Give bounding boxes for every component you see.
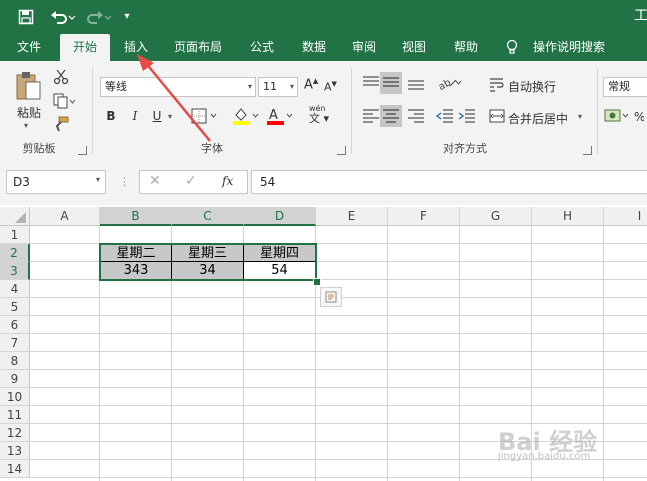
column-header-c[interactable]: C — [172, 207, 244, 226]
merge-center-button[interactable]: 合并后居中 — [508, 110, 568, 127]
row-header-3[interactable]: 3 — [0, 262, 30, 280]
window-title: 工 — [634, 8, 647, 24]
clipboard-launcher-icon[interactable] — [78, 146, 87, 155]
formula-input[interactable]: 54 — [251, 170, 647, 194]
alignment-launcher-icon[interactable] — [583, 146, 592, 155]
align-middle-button[interactable] — [380, 72, 402, 94]
group-divider — [351, 68, 352, 154]
wrap-text-button[interactable]: 自动换行 — [508, 78, 556, 95]
column-header-f[interactable]: F — [388, 207, 460, 226]
row-header-1[interactable]: 1 — [0, 226, 30, 244]
svg-text:%: % — [634, 110, 644, 124]
formula-buttons: ✕ ✓ fx — [139, 170, 248, 194]
paste-button[interactable]: 粘贴 — [12, 104, 46, 121]
increase-font-icon[interactable]: A▲ — [304, 77, 318, 92]
copy-icon[interactable] — [53, 93, 76, 112]
tell-me-search[interactable]: 操作说明搜索 — [530, 34, 608, 61]
merge-dropdown-icon[interactable]: ▾ — [578, 112, 582, 121]
phonetic-guide-icon[interactable]: wén 文 ▾ — [309, 104, 329, 124]
column-header-i[interactable]: I — [604, 207, 647, 226]
row-header-12[interactable]: 12 — [0, 424, 30, 442]
font-size-select[interactable]: 11 ▾ — [258, 77, 298, 97]
font-color-icon[interactable]: A — [266, 106, 296, 129]
column-header-b[interactable]: B — [100, 207, 172, 226]
accounting-format-icon[interactable]: % — [604, 107, 645, 128]
align-center-button[interactable] — [380, 105, 402, 127]
cut-icon[interactable] — [53, 69, 69, 88]
row-header-5[interactable]: 5 — [0, 298, 30, 316]
align-bottom-icon[interactable] — [406, 74, 426, 95]
chevron-down-icon[interactable]: ▾ — [96, 175, 100, 184]
bold-button[interactable]: B — [104, 109, 118, 123]
alignment-group-label: 对齐方式 — [443, 142, 487, 155]
decrease-indent-icon[interactable] — [435, 107, 454, 128]
column-header-d[interactable]: D — [244, 207, 316, 226]
row-header-10[interactable]: 10 — [0, 388, 30, 406]
merge-center-icon[interactable] — [489, 108, 505, 127]
paste-dropdown-icon[interactable]: ▾ — [24, 121, 28, 130]
save-icon[interactable] — [15, 6, 37, 28]
row-header-4[interactable]: 4 — [0, 280, 30, 298]
chevron-down-icon: ▾ — [247, 82, 252, 91]
row-header-9[interactable]: 9 — [0, 370, 30, 388]
paste-icon[interactable] — [14, 70, 44, 105]
chevron-down-icon: ▾ — [289, 82, 294, 91]
watermark-url: jingyan.baidu.com — [498, 451, 591, 462]
font-launcher-icon[interactable] — [337, 146, 346, 155]
row-header-14[interactable]: 14 — [0, 460, 30, 478]
drag-handle-icon[interactable]: ⋮ — [119, 175, 130, 188]
wrap-text-icon[interactable] — [489, 76, 505, 95]
tab-review[interactable]: 审阅 — [344, 34, 384, 61]
annotation-arrow — [137, 54, 211, 142]
column-header-a[interactable]: A — [30, 207, 100, 226]
lightbulb-icon — [505, 39, 519, 58]
decrease-font-icon[interactable]: A▼ — [324, 80, 337, 94]
confirm-icon[interactable]: ✓ — [185, 173, 197, 189]
row-header-13[interactable]: 13 — [0, 442, 30, 460]
tab-view[interactable]: 视图 — [394, 34, 434, 61]
cancel-icon[interactable]: ✕ — [149, 173, 161, 189]
quick-analysis-icon[interactable] — [320, 287, 342, 307]
tab-help[interactable]: 帮助 — [444, 34, 488, 61]
fill-handle[interactable] — [313, 278, 321, 286]
redo-icon[interactable] — [84, 6, 114, 28]
tab-home[interactable]: 开始 — [60, 34, 110, 61]
name-box[interactable]: D3 ▾ — [6, 170, 106, 194]
clipboard-group-label: 剪贴板 — [22, 142, 56, 155]
number-format-select[interactable]: 常规 — [603, 77, 647, 97]
increase-indent-icon[interactable] — [458, 107, 476, 128]
customize-qat-icon[interactable]: ▾ — [120, 6, 134, 28]
row-header-8[interactable]: 8 — [0, 352, 30, 370]
orientation-icon[interactable]: ab — [436, 74, 464, 95]
group-divider — [92, 68, 93, 154]
column-header-h[interactable]: H — [532, 207, 604, 226]
tab-formulas[interactable]: 公式 — [240, 34, 284, 61]
format-painter-icon[interactable] — [53, 116, 69, 135]
svg-text:A: A — [269, 108, 278, 123]
row-header-7[interactable]: 7 — [0, 334, 30, 352]
tab-data[interactable]: 数据 — [292, 34, 336, 61]
row-header-11[interactable]: 11 — [0, 406, 30, 424]
insert-function-icon[interactable]: fx — [222, 174, 233, 188]
fill-color-icon[interactable] — [232, 106, 262, 129]
align-left-icon[interactable] — [361, 107, 381, 128]
selection-border — [99, 243, 317, 281]
column-header-e[interactable]: E — [316, 207, 388, 226]
row-header-6[interactable]: 6 — [0, 316, 30, 334]
align-right-icon[interactable] — [406, 107, 426, 128]
select-all-corner[interactable] — [0, 207, 30, 226]
group-divider — [597, 68, 598, 154]
tab-file[interactable]: 文件 — [8, 34, 50, 61]
row-header-2[interactable]: 2 — [0, 244, 30, 262]
undo-icon[interactable] — [48, 6, 78, 28]
align-top-icon[interactable] — [361, 74, 381, 95]
column-header-g[interactable]: G — [460, 207, 532, 226]
